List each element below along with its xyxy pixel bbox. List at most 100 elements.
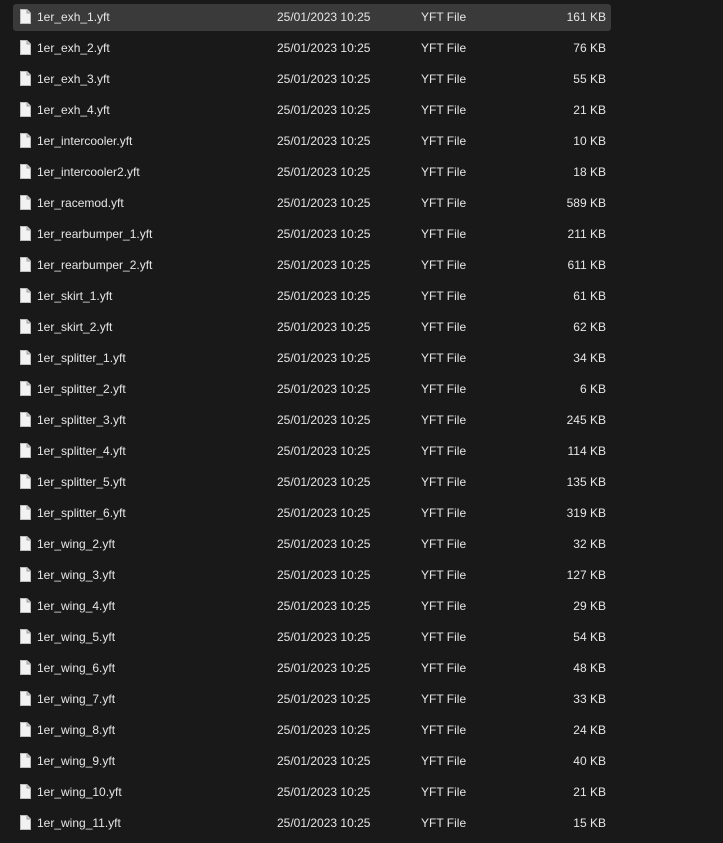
file-size: 24 KB	[573, 723, 606, 737]
file-icon	[20, 133, 31, 148]
file-type: YFT File	[421, 506, 467, 520]
file-type: YFT File	[421, 10, 467, 24]
file-row[interactable]: 1er_exh_4.yft 25/01/2023 10:25 YFT File 21 …	[13, 97, 611, 124]
file-icon	[20, 319, 31, 334]
file-row[interactable]: 1er_intercooler.yft 25/01/2023 10:25 YFT F…	[13, 128, 611, 155]
file-type: YFT File	[421, 320, 467, 334]
file-date-modified: 25/01/2023 10:25	[277, 692, 371, 706]
file-type: YFT File	[421, 413, 467, 427]
file-row[interactable]: 1er_wing_9.yft 25/01/2023 10:25 YFT File 40…	[13, 748, 611, 775]
file-size: 62 KB	[573, 320, 606, 334]
file-name: 1er_exh_2.yft	[37, 41, 110, 55]
file-date-modified: 25/01/2023 10:25	[277, 475, 371, 489]
file-date-modified: 25/01/2023 10:25	[277, 537, 371, 551]
file-icon	[20, 381, 31, 396]
file-row[interactable]: 1er_splitter_6.yft 25/01/2023 10:25 YFT Fi…	[13, 500, 611, 527]
file-row[interactable]: 1er_splitter_1.yft 25/01/2023 10:25 YFT Fi…	[13, 345, 611, 372]
file-type: YFT File	[421, 444, 467, 458]
file-icon	[20, 9, 31, 24]
file-name: 1er_intercooler.yft	[37, 134, 133, 148]
file-date-modified: 25/01/2023 10:25	[277, 72, 371, 86]
file-row[interactable]: 1er_rearbumper_2.yft 25/01/2023 10:25 YFT …	[13, 252, 611, 279]
file-type: YFT File	[421, 41, 467, 55]
file-row[interactable]: 1er_splitter_3.yft 25/01/2023 10:25 YFT Fi…	[13, 407, 611, 434]
file-row[interactable]: 1er_exh_1.yft 25/01/2023 10:25 YFT File 161…	[13, 4, 611, 31]
file-type: YFT File	[421, 227, 467, 241]
file-type: YFT File	[421, 351, 467, 365]
file-size: 29 KB	[573, 599, 606, 613]
file-name: 1er_wing_3.yft	[37, 568, 116, 582]
file-icon	[20, 536, 31, 551]
file-date-modified: 25/01/2023 10:25	[277, 351, 371, 365]
file-row[interactable]: 1er_wing_8.yft 25/01/2023 10:25 YFT File 24…	[13, 717, 611, 744]
file-name: 1er_exh_3.yft	[37, 72, 110, 86]
file-row[interactable]: 1er_skirt_2.yft 25/01/2023 10:25 YFT File 6…	[13, 314, 611, 341]
file-type: YFT File	[421, 72, 467, 86]
file-list: 1er_exh_1.yft 25/01/2023 10:25 YFT File 161…	[0, 0, 723, 843]
file-row[interactable]: 1er_exh_2.yft 25/01/2023 10:25 YFT File 76 …	[13, 35, 611, 62]
file-row[interactable]: 1er_intercooler2.yft 25/01/2023 10:25 YFT …	[13, 159, 611, 186]
file-icon	[20, 412, 31, 427]
file-date-modified: 25/01/2023 10:25	[277, 289, 371, 303]
file-size: 10 KB	[573, 134, 606, 148]
file-size: 135 KB	[566, 475, 606, 489]
file-size: 76 KB	[573, 41, 606, 55]
file-row[interactable]: 1er_wing_5.yft 25/01/2023 10:25 YFT File 54…	[13, 624, 611, 651]
file-icon	[20, 660, 31, 675]
file-type: YFT File	[421, 630, 467, 644]
file-date-modified: 25/01/2023 10:25	[277, 258, 371, 272]
file-name: 1er_wing_9.yft	[37, 754, 116, 768]
file-row[interactable]: 1er_wing_2.yft 25/01/2023 10:25 YFT File 32…	[13, 531, 611, 558]
file-date-modified: 25/01/2023 10:25	[277, 227, 371, 241]
file-type: YFT File	[421, 599, 467, 613]
file-name: 1er_wing_11.yft	[37, 816, 121, 830]
file-size: 611 KB	[567, 258, 606, 272]
file-name: 1er_wing_10.yft	[37, 785, 122, 799]
file-icon	[20, 722, 31, 737]
file-row[interactable]: 1er_splitter_5.yft 25/01/2023 10:25 YFT Fi…	[13, 469, 611, 496]
file-icon	[20, 598, 31, 613]
file-row[interactable]: 1er_wing_11.yft 25/01/2023 10:25 YFT File 1…	[13, 810, 611, 837]
file-type: YFT File	[421, 289, 467, 303]
file-row[interactable]: 1er_skirt_1.yft 25/01/2023 10:25 YFT File 6…	[13, 283, 611, 310]
file-name: 1er_wing_7.yft	[37, 692, 116, 706]
file-row[interactable]: 1er_wing_7.yft 25/01/2023 10:25 YFT File 33…	[13, 686, 611, 713]
file-size: 15 KB	[573, 816, 606, 830]
file-type: YFT File	[421, 196, 467, 210]
file-size: 161 KB	[566, 10, 606, 24]
file-size: 32 KB	[573, 537, 606, 551]
file-row[interactable]: 1er_rearbumper_1.yft 25/01/2023 10:25 YFT …	[13, 221, 611, 248]
file-row[interactable]: 1er_splitter_2.yft 25/01/2023 10:25 YFT Fi…	[13, 376, 611, 403]
file-row[interactable]: 1er_wing_3.yft 25/01/2023 10:25 YFT File 12…	[13, 562, 611, 589]
file-date-modified: 25/01/2023 10:25	[277, 816, 371, 830]
file-date-modified: 25/01/2023 10:25	[277, 196, 371, 210]
file-name: 1er_splitter_4.yft	[37, 444, 126, 458]
file-row[interactable]: 1er_splitter_4.yft 25/01/2023 10:25 YFT Fi…	[13, 438, 611, 465]
file-icon	[20, 629, 31, 644]
file-icon	[20, 102, 31, 117]
file-size: 319 KB	[566, 506, 606, 520]
file-size: 127 KB	[566, 568, 606, 582]
file-icon	[20, 226, 31, 241]
file-name: 1er_exh_4.yft	[37, 103, 110, 117]
file-row[interactable]: 1er_exh_3.yft 25/01/2023 10:25 YFT File 55 …	[13, 66, 611, 93]
file-name: 1er_splitter_6.yft	[37, 506, 126, 520]
file-name: 1er_splitter_3.yft	[37, 413, 126, 427]
file-size: 211 KB	[567, 227, 606, 241]
file-date-modified: 25/01/2023 10:25	[277, 165, 371, 179]
file-name: 1er_intercooler2.yft	[37, 165, 140, 179]
file-type: YFT File	[421, 568, 467, 582]
file-icon	[20, 40, 31, 55]
file-date-modified: 25/01/2023 10:25	[277, 661, 371, 675]
file-date-modified: 25/01/2023 10:25	[277, 568, 371, 582]
file-row[interactable]: 1er_wing_4.yft 25/01/2023 10:25 YFT File 29…	[13, 593, 611, 620]
file-size: 54 KB	[573, 630, 606, 644]
file-row[interactable]: 1er_wing_10.yft 25/01/2023 10:25 YFT File 2…	[13, 779, 611, 806]
file-date-modified: 25/01/2023 10:25	[277, 320, 371, 334]
file-date-modified: 25/01/2023 10:25	[277, 41, 371, 55]
file-size: 21 KB	[573, 785, 606, 799]
file-icon	[20, 288, 31, 303]
file-row[interactable]: 1er_racemod.yft 25/01/2023 10:25 YFT File 5…	[13, 190, 611, 217]
file-row[interactable]: 1er_wing_6.yft 25/01/2023 10:25 YFT File 48…	[13, 655, 611, 682]
file-name: 1er_skirt_1.yft	[37, 289, 113, 303]
